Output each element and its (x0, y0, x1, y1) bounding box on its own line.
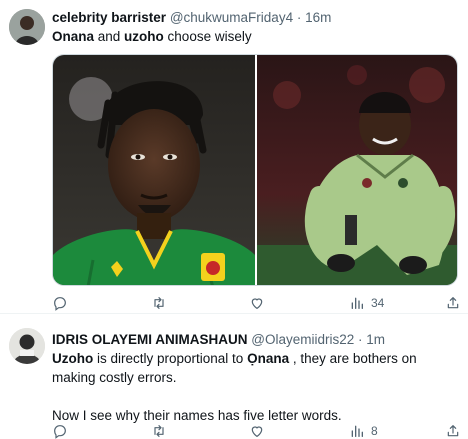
mention-onana: Onana (52, 29, 95, 44)
like-button[interactable] (249, 422, 265, 439)
mention-onana: Ọnana (247, 351, 290, 366)
share-button[interactable] (445, 422, 461, 439)
separator-dot: · (358, 332, 363, 347)
share-icon (447, 425, 459, 437)
tweet[interactable]: celebrity barrister @chukwumaFriday4 · 1… (0, 0, 468, 314)
retweet-button[interactable] (151, 294, 167, 312)
share-button[interactable] (445, 294, 461, 312)
retweet-icon (154, 425, 164, 437)
views-icon (351, 297, 363, 309)
views-button[interactable]: 8 (349, 422, 378, 439)
views-button[interactable]: 34 (349, 294, 384, 312)
text-segment: choose wisely (163, 29, 252, 44)
action-bar: 34 (52, 294, 460, 312)
reply-icon (54, 297, 66, 311)
like-icon (251, 298, 263, 309)
media-image-left[interactable] (53, 55, 255, 285)
tweet-media[interactable] (52, 54, 458, 286)
views-count: 8 (371, 424, 378, 438)
tweet-header: celebrity barrister @chukwumaFriday4 · 1… (52, 9, 331, 27)
avatar[interactable] (9, 9, 45, 45)
reply-icon (54, 425, 66, 439)
timestamp[interactable]: 16m (305, 10, 331, 25)
views-icon (351, 425, 363, 437)
retweet-button[interactable] (151, 422, 167, 439)
author-handle[interactable]: @chukwumaFriday4 (170, 10, 293, 25)
timestamp[interactable]: 1m (366, 332, 385, 347)
separator-dot: · (296, 10, 302, 25)
text-segment: and (94, 29, 125, 44)
retweet-icon (154, 297, 164, 309)
avatar[interactable] (9, 328, 45, 364)
action-bar: 8 (52, 422, 460, 439)
tweet[interactable]: IDRIS OLAYEMI ANIMASHAUN @Olayemiidris22… (0, 315, 468, 439)
text-paragraph: Uzoho is directly proportional to Ọnana … (52, 349, 456, 387)
views-count: 34 (371, 296, 385, 310)
tweet-header: IDRIS OLAYEMI ANIMASHAUN @Olayemiidris22… (52, 331, 385, 349)
tweet-text: Uzoho is directly proportional to Ọnana … (52, 349, 456, 425)
media-image-right[interactable] (257, 55, 457, 285)
mention-uzoho: uzoho (124, 29, 164, 44)
reply-button[interactable] (52, 422, 68, 439)
like-icon (251, 426, 263, 437)
reply-button[interactable] (52, 294, 68, 312)
text-segment: is directly proportional to (93, 351, 248, 366)
author-name[interactable]: celebrity barrister (52, 10, 166, 25)
author-handle[interactable]: @Olayemiidris22 (251, 332, 354, 347)
author-name[interactable]: IDRIS OLAYEMI ANIMASHAUN (52, 332, 248, 347)
like-button[interactable] (249, 294, 265, 312)
share-icon (447, 297, 459, 309)
mention-uzoho: Uzoho (52, 351, 94, 366)
tweet-text: Onana and uzoho choose wisely (52, 27, 456, 46)
